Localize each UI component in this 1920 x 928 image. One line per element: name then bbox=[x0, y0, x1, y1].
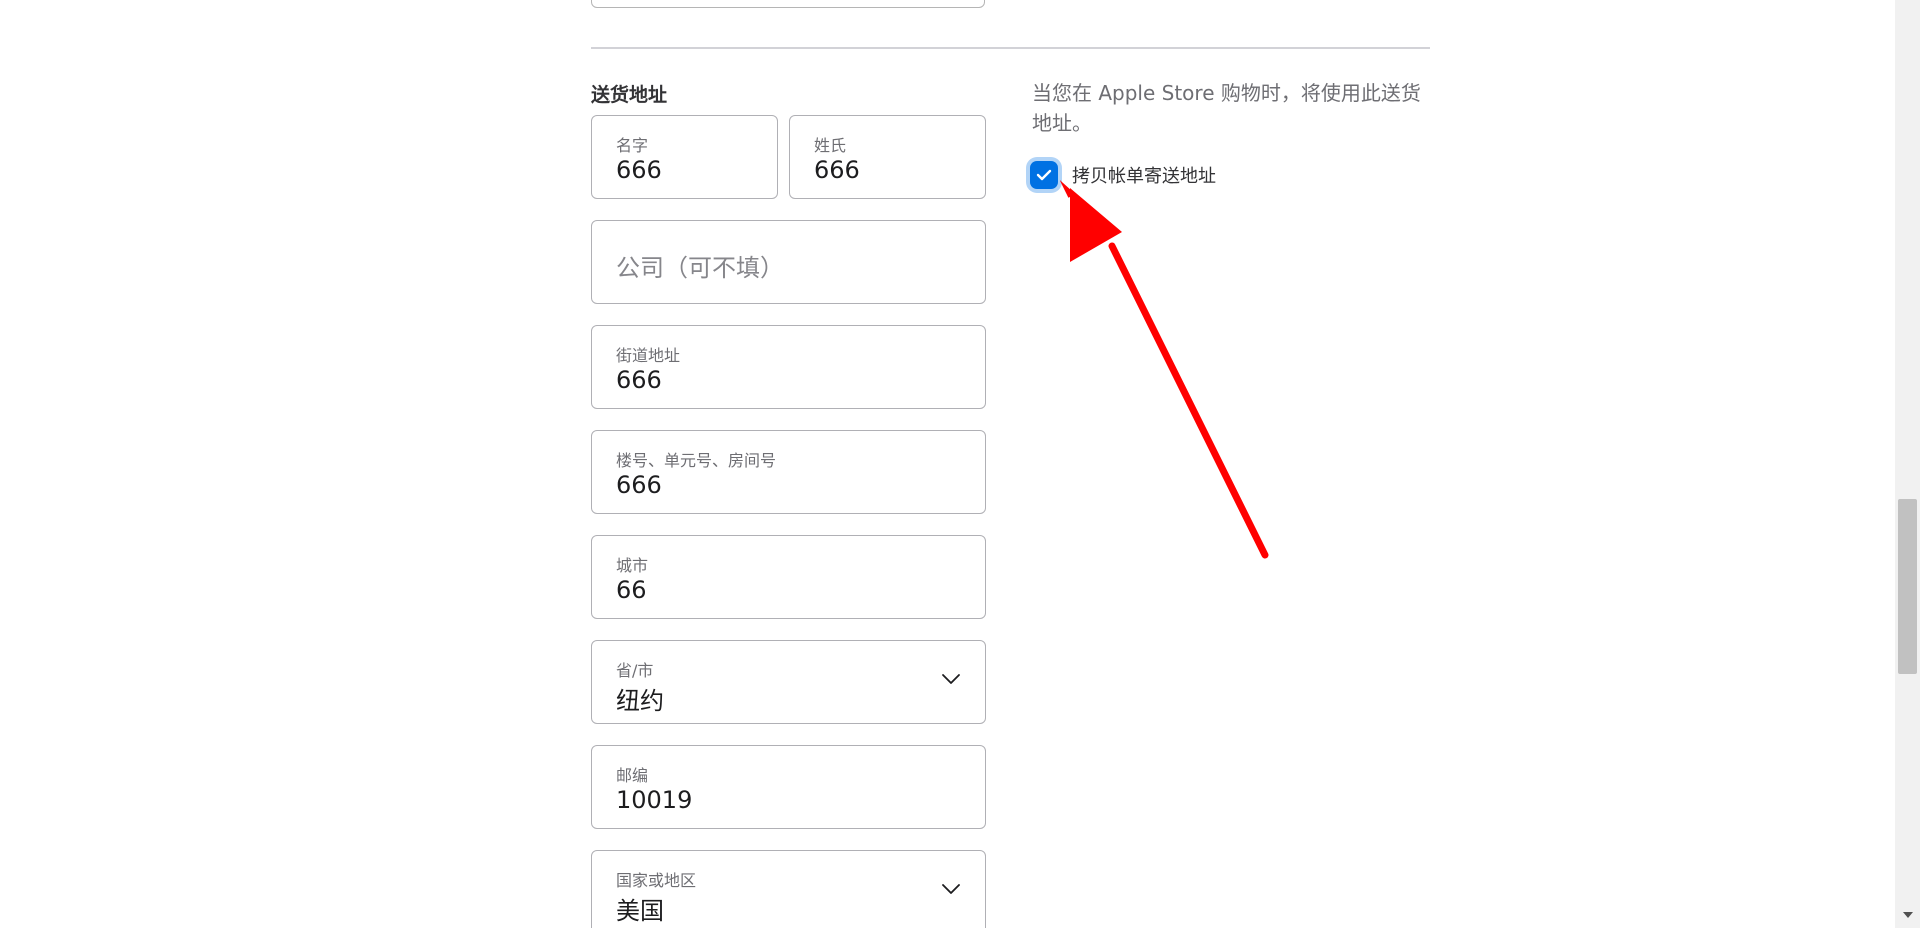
shipping-section-title: 送货地址 bbox=[591, 84, 668, 106]
first-name-field[interactable]: 名字 666 bbox=[591, 115, 778, 199]
company-placeholder: 公司（可不填） bbox=[616, 254, 784, 282]
country-select[interactable]: 国家或地区 美国 bbox=[591, 850, 986, 928]
copy-billing-address-option[interactable]: 拷贝帐单寄送地址 bbox=[1030, 160, 1216, 190]
scroll-down-icon[interactable] bbox=[1899, 908, 1916, 922]
red-arrow-icon bbox=[1060, 179, 1269, 559]
zip-label: 邮编 bbox=[616, 766, 649, 785]
city-field[interactable]: 城市 66 bbox=[591, 535, 986, 619]
zip-field[interactable]: 邮编 10019 bbox=[591, 745, 986, 829]
page: 送货地址 名字 666 姓氏 666 公司（可不填） 街道地址 666 楼号、单… bbox=[0, 0, 1920, 928]
country-label: 国家或地区 bbox=[616, 871, 697, 890]
unit-value: 666 bbox=[616, 471, 662, 499]
last-name-field[interactable]: 姓氏 666 bbox=[789, 115, 986, 199]
section-divider bbox=[591, 47, 1430, 49]
unit-field[interactable]: 楼号、单元号、房间号 666 bbox=[591, 430, 986, 514]
country-value: 美国 bbox=[616, 897, 664, 925]
chevron-down-icon bbox=[942, 674, 960, 684]
company-field[interactable]: 公司（可不填） bbox=[591, 220, 986, 304]
city-value: 66 bbox=[616, 576, 647, 604]
first-name-value: 666 bbox=[616, 156, 662, 184]
unit-label: 楼号、单元号、房间号 bbox=[616, 451, 777, 470]
street-field[interactable]: 街道地址 666 bbox=[591, 325, 986, 409]
zip-value: 10019 bbox=[616, 786, 693, 814]
copy-billing-checkbox[interactable] bbox=[1030, 161, 1058, 189]
last-name-value: 666 bbox=[814, 156, 860, 184]
state-select[interactable]: 省/市 纽约 bbox=[591, 640, 986, 724]
previous-field[interactable] bbox=[591, 0, 985, 8]
street-value: 666 bbox=[616, 366, 662, 394]
state-value: 纽约 bbox=[616, 687, 664, 715]
state-label: 省/市 bbox=[616, 661, 654, 680]
last-name-label: 姓氏 bbox=[814, 136, 847, 155]
scrollbar-track[interactable] bbox=[1895, 0, 1920, 928]
street-label: 街道地址 bbox=[616, 346, 681, 365]
chevron-down-icon bbox=[942, 884, 960, 894]
city-label: 城市 bbox=[616, 556, 649, 575]
first-name-label: 名字 bbox=[616, 136, 649, 155]
copy-billing-label: 拷贝帐单寄送地址 bbox=[1072, 166, 1216, 187]
shipping-info-text: 当您在 Apple Store 购物时，将使用此送货地址。 bbox=[1032, 81, 1421, 135]
checkmark-icon bbox=[1036, 169, 1052, 181]
scrollbar-thumb[interactable] bbox=[1898, 499, 1917, 674]
